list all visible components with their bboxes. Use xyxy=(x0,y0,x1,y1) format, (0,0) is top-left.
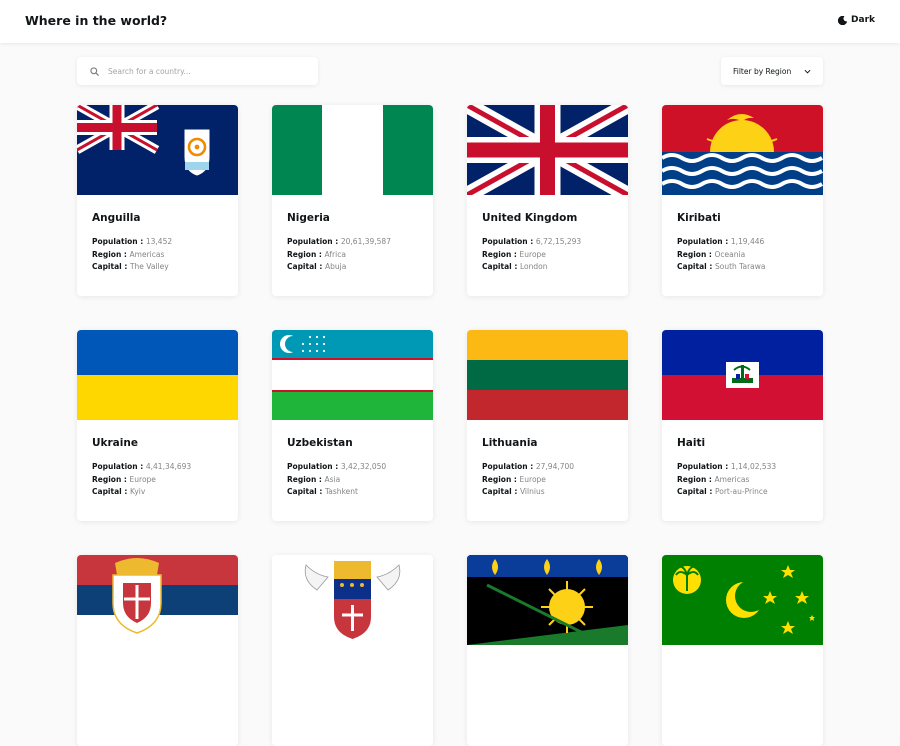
country-details: Population : 1,19,446 Region : Oceania C… xyxy=(677,237,766,272)
country-card-anguilla[interactable]: Anguilla Population : 13,452 Region : Am… xyxy=(77,105,238,296)
search-icon xyxy=(90,66,99,76)
flag-image xyxy=(467,555,628,645)
search-box[interactable] xyxy=(77,57,318,85)
country-name: Lithuania xyxy=(482,437,538,449)
theme-toggle-label: Dark xyxy=(851,15,875,25)
country-name: Nigeria xyxy=(287,212,330,224)
region-filter-dropdown[interactable]: Filter by Region xyxy=(721,57,823,85)
country-name: Ukraine xyxy=(92,437,138,449)
app-title[interactable]: Where in the world? xyxy=(25,13,167,28)
country-details: Population : 20,61,39,587 Region : Afric… xyxy=(287,237,391,272)
country-card-uzbekistan[interactable]: Uzbekistan Population : 3,42,32,050 Regi… xyxy=(272,330,433,521)
flag-image xyxy=(662,555,823,645)
flag-image xyxy=(77,330,238,420)
flag-image xyxy=(467,105,628,195)
flag-image xyxy=(467,330,628,420)
search-input[interactable] xyxy=(108,66,298,76)
app-header: Where in the world? Dark xyxy=(0,0,900,43)
country-card-lithuania[interactable]: Lithuania Population : 27,94,700 Region … xyxy=(467,330,628,521)
country-card-kiribati[interactable]: Kiribati Population : 1,19,446 Region : … xyxy=(662,105,823,296)
country-card[interactable] xyxy=(77,555,238,746)
country-details: Population : 4,41,34,693 Region : Europe… xyxy=(92,462,192,497)
country-card[interactable] xyxy=(272,555,433,746)
country-card-nigeria[interactable]: Nigeria Population : 20,61,39,587 Region… xyxy=(272,105,433,296)
flag-image xyxy=(662,330,823,420)
country-details: Population : 27,94,700 Region : Europe C… xyxy=(482,462,575,497)
flag-image xyxy=(77,105,238,195)
country-name: Haiti xyxy=(677,437,706,449)
flag-image xyxy=(662,105,823,195)
country-name: Uzbekistan xyxy=(287,437,353,449)
country-card[interactable] xyxy=(662,555,823,746)
country-details: Population : 13,452 Region : Americas Ca… xyxy=(92,237,173,272)
country-card-ukraine[interactable]: Ukraine Population : 4,41,34,693 Region … xyxy=(77,330,238,521)
country-card[interactable] xyxy=(467,555,628,746)
country-name: Kiribati xyxy=(677,212,721,224)
region-filter-label: Filter by Region xyxy=(733,66,792,76)
country-details: Population : 3,42,32,050 Region : Asia C… xyxy=(287,462,387,497)
flag-image xyxy=(272,330,433,420)
country-name: Anguilla xyxy=(92,212,141,224)
moon-icon xyxy=(838,15,848,25)
country-details: Population : 6,72,15,293 Region : Europe… xyxy=(482,237,582,272)
country-name: United Kingdom xyxy=(482,212,578,224)
chevron-down-icon xyxy=(804,69,811,73)
country-card-united-kingdom[interactable]: United Kingdom Population : 6,72,15,293 … xyxy=(467,105,628,296)
country-card-haiti[interactable]: Haiti Population : 1,14,02,533 Region : … xyxy=(662,330,823,521)
theme-toggle-button[interactable]: Dark xyxy=(838,15,875,25)
flag-image xyxy=(77,555,238,645)
flag-image xyxy=(272,105,433,195)
flag-image xyxy=(272,555,433,645)
country-details: Population : 1,14,02,533 Region : Americ… xyxy=(677,462,777,497)
